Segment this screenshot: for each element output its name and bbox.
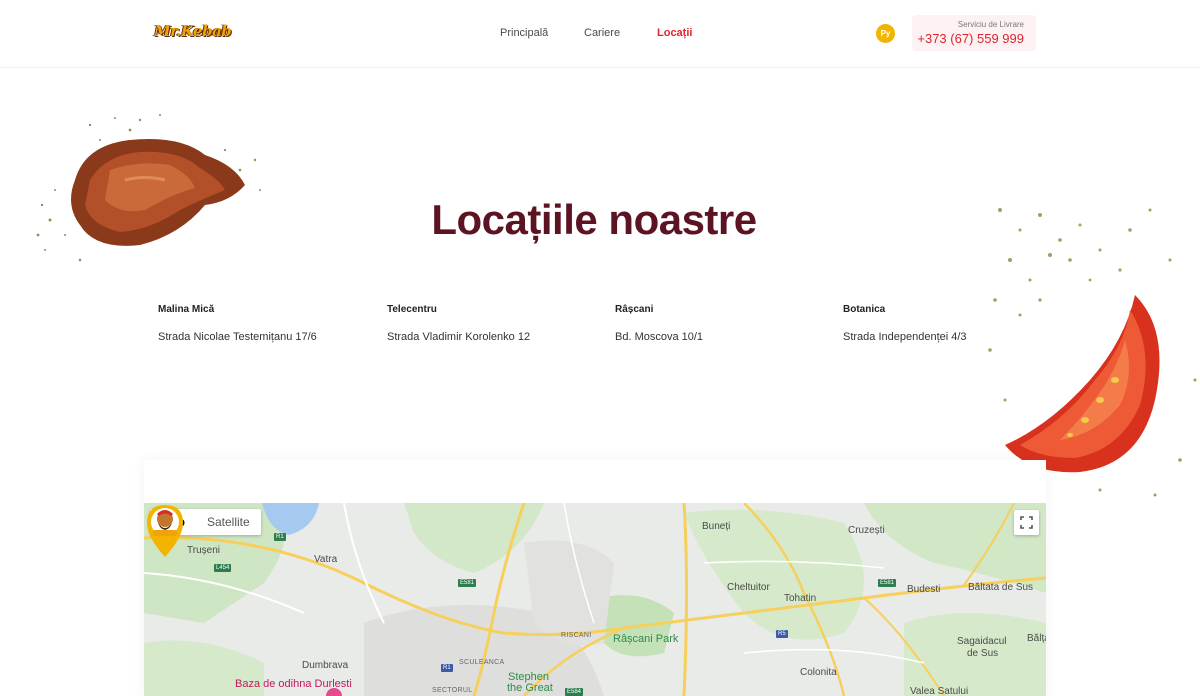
map-label: Valea Satului bbox=[910, 686, 969, 696]
location-name: Malina Mică bbox=[158, 304, 215, 315]
road-shield: L454 bbox=[214, 564, 232, 572]
location-address: Strada Independenței 4/3 bbox=[843, 331, 967, 343]
map-label: the Great bbox=[507, 682, 553, 694]
location-name: Botanica bbox=[843, 304, 886, 315]
map-label: Băltata de Sus bbox=[968, 582, 1034, 593]
road-shield: R5 bbox=[776, 630, 788, 638]
location-address: Strada Vladimir Korolenko 12 bbox=[387, 331, 531, 343]
logo-text: Mr.Kebab bbox=[154, 22, 232, 40]
road-shield: E581 bbox=[878, 579, 897, 587]
location-name: Telecentru bbox=[387, 304, 437, 315]
map-type-satellite-button[interactable]: Satellite bbox=[196, 509, 261, 535]
road-shield: R1 bbox=[274, 533, 286, 541]
map-label: Cruzești bbox=[848, 525, 885, 536]
location-item: Râșcani Bd. Moscova 10/1 bbox=[615, 304, 835, 343]
road-shield: E584 bbox=[565, 688, 584, 696]
nav-home[interactable]: Principală bbox=[500, 27, 548, 39]
map-label: Baza de odihna Durlesti bbox=[235, 678, 352, 690]
location-item: Malina Mică Strada Nicolae Testemițanu 1… bbox=[158, 304, 378, 343]
map-label: Tohatin bbox=[784, 593, 817, 604]
nav-locations[interactable]: Locații bbox=[657, 27, 692, 39]
location-address: Bd. Moscova 10/1 bbox=[615, 331, 704, 343]
map-label: Colonita bbox=[800, 667, 837, 678]
location-marker-icon[interactable] bbox=[144, 503, 186, 559]
map-label: SECTORUL bbox=[432, 687, 473, 694]
phone-number[interactable]: +373 (67) 559 999 bbox=[912, 31, 1024, 46]
map-label: Vatra bbox=[314, 554, 338, 565]
delivery-label: Serviciu de Livrare bbox=[957, 20, 1024, 29]
map-canvas bbox=[144, 503, 1046, 696]
map-label: Sagaidacul bbox=[957, 636, 1007, 647]
map-label: Buneți bbox=[702, 521, 731, 532]
map-label: Budesti bbox=[907, 584, 941, 595]
map-label: Trușeni bbox=[187, 545, 220, 556]
meat-illustration bbox=[36, 114, 261, 262]
map-label: Râșcani Park bbox=[613, 633, 679, 645]
page-title: Locațiile noastre bbox=[431, 196, 757, 243]
map-label: Dumbrava bbox=[302, 660, 349, 671]
fullscreen-icon bbox=[1020, 516, 1033, 529]
location-item: Telecentru Strada Vladimir Korolenko 12 bbox=[387, 304, 607, 343]
nav-careers[interactable]: Cariere bbox=[584, 27, 620, 39]
map-label: Bălța bbox=[1027, 633, 1046, 644]
tomato-illustration bbox=[988, 208, 1197, 497]
language-switch-button[interactable]: Ру bbox=[876, 24, 895, 43]
google-map[interactable]: Map Satellite Trușeni Vatra Buneți Cruze… bbox=[144, 503, 1046, 696]
road-shield: R1 bbox=[441, 664, 453, 672]
location-name: Râșcani bbox=[615, 304, 654, 315]
map-label: SCULEANCA bbox=[459, 659, 505, 666]
logo[interactable]: Mr.Kebab bbox=[154, 22, 232, 46]
map-label: Cheltuitor bbox=[727, 582, 770, 593]
location-item: Botanica Strada Independenței 4/3 bbox=[843, 304, 1063, 343]
delivery-phone[interactable]: Serviciu de Livrare +373 (67) 559 999 bbox=[912, 15, 1036, 51]
site-header: Mr.Kebab Principală Cariere Locații Ру S… bbox=[0, 0, 1200, 68]
fullscreen-button[interactable] bbox=[1014, 510, 1039, 535]
map-label: RISCANI bbox=[561, 632, 592, 639]
map-label: de Sus bbox=[967, 648, 999, 659]
road-shield: E581 bbox=[458, 579, 477, 587]
location-address: Strada Nicolae Testemițanu 17/6 bbox=[158, 331, 317, 343]
